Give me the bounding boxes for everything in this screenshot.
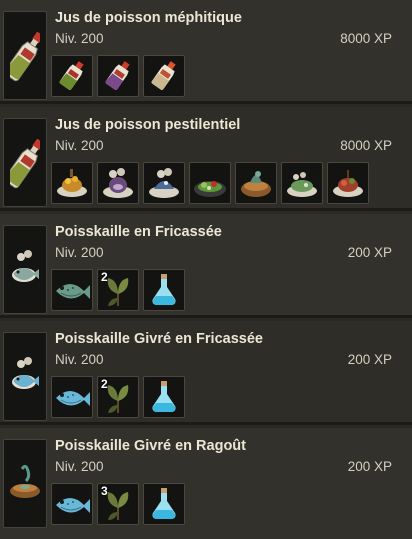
recipe-level: Niv. 200: [55, 31, 104, 46]
fish-dish-icon: [330, 165, 366, 201]
recipe-xp: 200 XP: [347, 352, 392, 367]
recipe-level: Niv. 200: [55, 245, 104, 260]
recipe-level: Niv. 200: [55, 352, 104, 367]
recipe-xp: 8000 XP: [340, 31, 392, 46]
ingredient-slot[interactable]: [143, 483, 185, 525]
fish-dish-icon: [100, 165, 136, 201]
fish-dish-icon: [9, 245, 41, 295]
ingredient-slot[interactable]: [281, 162, 323, 204]
ingredient-slot[interactable]: [51, 376, 93, 418]
ingredient-quantity: 2: [101, 377, 108, 391]
recipe-row[interactable]: Poisskaille Givré en Ragoût Niv. 200 200…: [0, 428, 412, 539]
ingredient-slot[interactable]: [51, 55, 93, 97]
fish-dish-icon: [192, 165, 228, 201]
ingredient-slot[interactable]: [51, 162, 93, 204]
ingredient-list: 2: [51, 376, 185, 418]
recipe-xp: 200 XP: [347, 459, 392, 474]
recipe-level: Niv. 200: [55, 138, 104, 153]
ingredient-slot[interactable]: [143, 55, 185, 97]
blue-potion-icon: [149, 379, 179, 415]
fish-dish-icon: [54, 165, 90, 201]
recipe-row[interactable]: Poisskaille Givré en Fricassée Niv. 200 …: [0, 321, 412, 425]
ingredient-slot[interactable]: 3: [97, 483, 139, 525]
potion-bottle-icon: [101, 59, 135, 93]
potion-bottle-icon: [147, 59, 181, 93]
recipe-xp: 8000 XP: [340, 138, 392, 153]
stew-bowl-icon: [8, 459, 42, 509]
ingredient-quantity: 2: [101, 270, 108, 284]
ingredient-list: 3: [51, 483, 185, 525]
recipe-name: Jus de poisson méphitique: [55, 10, 242, 26]
recipe-name: Poisskaille en Fricassée: [55, 224, 222, 240]
raw-fish-icon: [53, 382, 91, 412]
potion-bottle-icon: [10, 132, 40, 194]
recipe-name: Poisskaille Givré en Ragoût: [55, 438, 246, 454]
ingredient-list: [51, 55, 185, 97]
raw-fish-icon: [53, 489, 91, 519]
recipe-row[interactable]: Poisskaille en Fricassée Niv. 200 200 XP…: [0, 214, 412, 318]
recipe-name: Jus de poisson pestilentiel: [55, 117, 241, 133]
result-item-slot[interactable]: [3, 11, 47, 100]
raw-fish-icon: [53, 275, 91, 305]
fish-dish-icon: [284, 165, 320, 201]
potion-bottle-icon: [55, 59, 89, 93]
ingredient-quantity: 3: [101, 484, 108, 498]
blue-potion-icon: [149, 272, 179, 308]
recipe-row[interactable]: Jus de poisson pestilentiel Niv. 200 800…: [0, 107, 412, 211]
ingredient-slot[interactable]: [143, 376, 185, 418]
ingredient-slot[interactable]: [143, 269, 185, 311]
recipe-row[interactable]: Jus de poisson méphitique Niv. 200 8000 …: [0, 0, 412, 104]
ingredient-slot[interactable]: [51, 269, 93, 311]
ingredient-slot[interactable]: [235, 162, 277, 204]
result-item-slot[interactable]: [3, 118, 47, 207]
fish-dish-icon: [9, 352, 41, 402]
ingredient-list: [51, 162, 369, 204]
ingredient-slot[interactable]: [143, 162, 185, 204]
recipe-level: Niv. 200: [55, 459, 104, 474]
recipe-xp: 200 XP: [347, 245, 392, 260]
result-item-slot[interactable]: [3, 439, 47, 528]
blue-potion-icon: [149, 486, 179, 522]
ingredient-slot[interactable]: 2: [97, 269, 139, 311]
result-item-slot[interactable]: [3, 332, 47, 421]
ingredient-slot[interactable]: [327, 162, 369, 204]
result-item-slot[interactable]: [3, 225, 47, 314]
recipe-name: Poisskaille Givré en Fricassée: [55, 331, 263, 347]
ingredient-slot[interactable]: [97, 55, 139, 97]
ingredient-slot[interactable]: [97, 162, 139, 204]
potion-bottle-icon: [10, 25, 40, 87]
fish-dish-icon: [238, 165, 274, 201]
ingredient-slot[interactable]: 2: [97, 376, 139, 418]
ingredient-slot[interactable]: [51, 483, 93, 525]
ingredient-slot[interactable]: [189, 162, 231, 204]
fish-dish-icon: [146, 165, 182, 201]
ingredient-list: 2: [51, 269, 185, 311]
